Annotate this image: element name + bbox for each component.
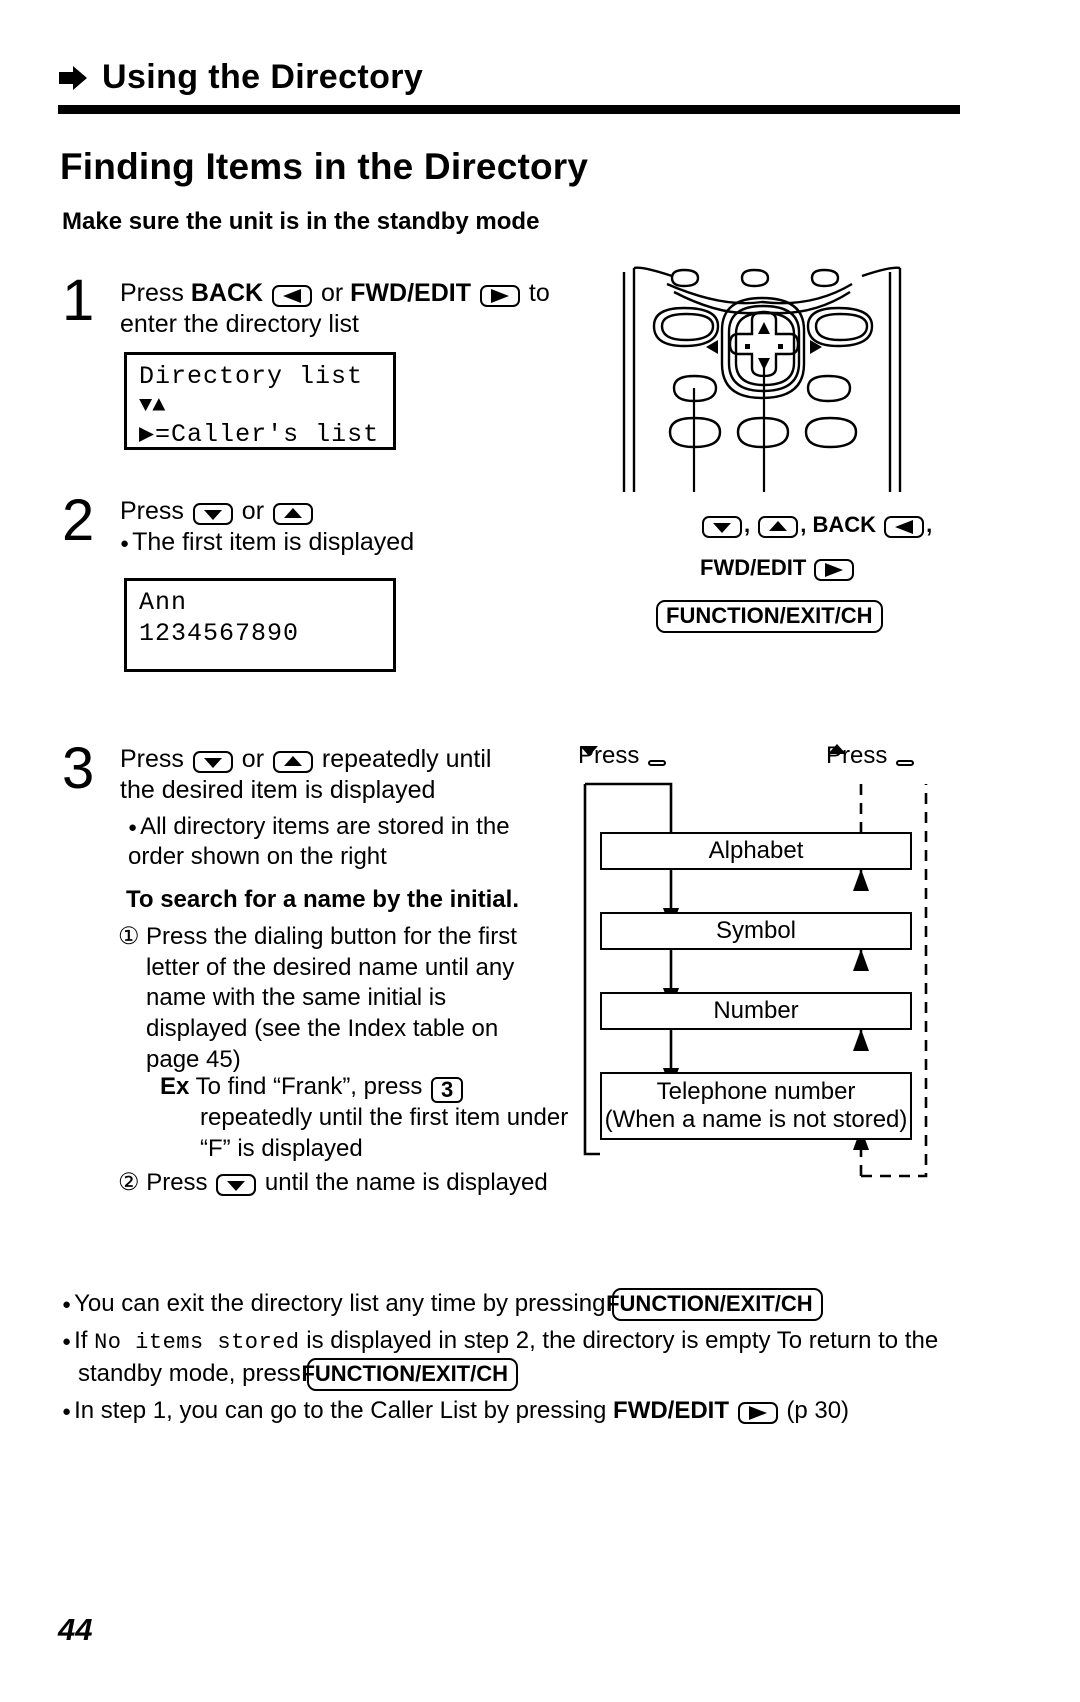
function-exit-ch-box: FUNCTION/EXIT/CH	[301, 1357, 519, 1392]
lcd1-line1: Directory list	[139, 362, 364, 391]
step-3-subhead: To search for a name by the initial.	[126, 886, 519, 913]
flow-box-number-label: Number	[713, 996, 799, 1024]
step-1-number: 1	[62, 268, 95, 333]
fwd-edit-key-icon	[737, 1402, 778, 1425]
lcd1-line2: ▼▲	[139, 393, 166, 418]
note-3: In step 1, you can go to the Caller List…	[62, 1395, 992, 1427]
example-text-a: To find “Frank”, press	[195, 1073, 429, 1100]
step-2-text-b: or	[234, 497, 271, 525]
note-3-text-a: In step 1, you can go to the Caller List…	[62, 1397, 613, 1424]
step-1-fwd-label: FWD/EDIT	[350, 279, 471, 307]
header-rule	[58, 105, 960, 114]
lcd2-line2: 1234567890	[139, 619, 300, 648]
flow-box-telephone-sublabel: (When a name is not stored)	[604, 1106, 908, 1133]
step-1-text-d: enter the directory list	[120, 309, 359, 338]
up-key-icon	[272, 503, 313, 525]
page-header: Using the Directory	[58, 58, 1018, 114]
handset-key-label-row2: FWD/EDIT	[700, 555, 856, 581]
down-key-icon	[192, 503, 233, 525]
step-3-note-text: All directory items are stored in the or…	[128, 813, 510, 870]
step-2-note: The first item is displayed	[120, 528, 414, 556]
down-key-icon	[702, 516, 742, 538]
step-3-text-a: Press	[120, 745, 191, 773]
function-exit-ch-box: FUNCTION/EXIT/CH	[606, 1288, 823, 1322]
note-1: You can exit the directory list any time…	[62, 1288, 992, 1322]
flow-box-symbol-label: Symbol	[715, 916, 797, 944]
lcd-display-step1: Directory list ▼▲ ▶=Caller's list	[124, 352, 396, 450]
flow-box-number: Number	[600, 992, 912, 1030]
back-key-icon	[272, 285, 313, 307]
step-2-number: 2	[62, 488, 95, 553]
handset-back-label: BACK	[812, 512, 877, 537]
step-3-number: 3	[62, 736, 95, 801]
step-3-text-c: repeatedly until	[314, 745, 492, 773]
down-key-icon	[192, 751, 233, 773]
digit-3-key: 3	[431, 1077, 464, 1103]
lcd1-line3: ▶=Caller's list	[139, 420, 380, 450]
note-1-text-a: You can exit the directory list any time…	[62, 1290, 612, 1317]
step-3-text-d: the desired item is displayed	[120, 775, 436, 804]
example-text-b: repeatedly until the first item under “F…	[200, 1104, 569, 1162]
note-3-bold: FWD/EDIT	[613, 1397, 730, 1425]
fwd-edit-key-icon	[814, 559, 855, 581]
step-2-text: Press or The first item is displayed	[120, 496, 550, 557]
up-key-icon	[758, 516, 799, 538]
footer-notes: You can exit the directory list any time…	[62, 1288, 992, 1431]
flow-box-telephone-number: Telephone number (When a name is not sto…	[600, 1072, 912, 1140]
step-3-text-b: or	[234, 745, 271, 773]
handset-fwd-label: FWD/EDIT	[700, 555, 807, 580]
handset-key-label-row1: , , BACK ,	[700, 512, 932, 538]
down-key-icon	[216, 1174, 257, 1196]
step-1-text-a: Press	[120, 279, 191, 307]
note-2: If No items stored is displayed in step …	[62, 1325, 992, 1392]
manual-page: Using the Directory Finding Items in the…	[0, 0, 1080, 1702]
step-1-back-label: BACK	[190, 279, 264, 307]
step-3-note: All directory items are stored in the or…	[128, 812, 548, 872]
page-subtitle: Make sure the unit is in the standby mod…	[62, 208, 540, 235]
function-exit-ch-box: FUNCTION/EXIT/CH	[656, 600, 883, 634]
step-3-sub1: ① Press the dialing button for the first …	[118, 922, 568, 1076]
step-1-text: Press BACK or FWD/EDIT to enter the dire…	[120, 278, 550, 339]
step-3-text: Press or repeatedly until the desired it…	[120, 744, 560, 805]
note-2-mono: No items stored	[94, 1330, 300, 1356]
fwd-edit-key-icon	[479, 285, 520, 307]
step-3-sub2-text-b: until the name is displayed	[258, 1169, 548, 1196]
circled-2-marker: ②	[118, 1169, 140, 1196]
step-2-text-a: Press	[120, 497, 191, 525]
example-label: Ex	[160, 1073, 190, 1100]
step-3-sub2-text-a: Press	[146, 1169, 215, 1196]
flow-box-alphabet: Alphabet	[600, 832, 912, 870]
step-3-example: Ex To find “Frank”, press 3 repeatedly u…	[160, 1072, 580, 1164]
step-1-text-c: to	[521, 279, 550, 307]
flow-box-alphabet-label: Alphabet	[708, 836, 804, 864]
handset-function-label: FUNCTION/EXIT/CH	[656, 600, 883, 634]
page-title: Finding Items in the Directory	[60, 146, 589, 187]
note-2-text-a: If	[62, 1327, 94, 1354]
up-key-icon	[272, 751, 313, 773]
lcd-display-step2: Ann 1234567890	[124, 578, 396, 672]
directory-order-flowchart: Press Press Alphabet Symbol Number Telep…	[568, 736, 968, 1196]
back-key-icon	[884, 516, 925, 538]
right-triangle-icon	[58, 65, 88, 91]
note-3-text-b: (p 30)	[779, 1397, 850, 1425]
flow-box-telephone-label: Telephone number	[656, 1077, 856, 1105]
circled-1-marker: ①	[118, 923, 140, 950]
lcd2-line1: Ann	[139, 588, 188, 617]
step-3-sub1-text: Press the dialing button for the first l…	[146, 923, 517, 1073]
handset-illustration	[612, 262, 912, 492]
page-number: 44	[58, 1612, 93, 1647]
header-title: Using the Directory	[102, 58, 424, 96]
step-3-sub2: ② Press until the name is displayed	[118, 1168, 588, 1197]
flow-box-symbol: Symbol	[600, 912, 912, 950]
step-1-text-b: or	[314, 279, 351, 307]
